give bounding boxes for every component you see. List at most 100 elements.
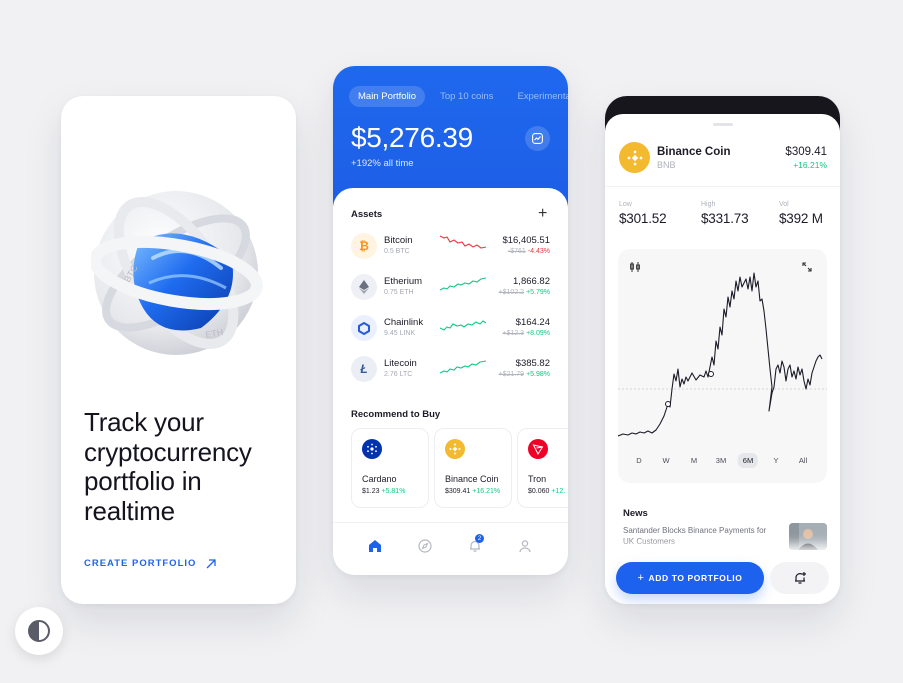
period-y[interactable]: Y [768, 453, 783, 468]
chainlink-icon [351, 315, 377, 341]
asset-name: Chainlink [384, 317, 424, 328]
recommend-delta: +5.81% [381, 488, 406, 495]
recommend-card-binance[interactable]: Binance Coin $309.41 +16.21% [434, 428, 512, 508]
price-chart-card: D W M 3M 6M Y All [618, 249, 827, 483]
coin-delta: +16.21% [793, 160, 827, 170]
bitcoin-icon: ₿ [351, 233, 377, 259]
asset-amount: 9.45 LINK [384, 330, 416, 337]
asset-change-amount: +$12.3 [502, 330, 525, 337]
stat-label: High [701, 201, 716, 208]
chart-icon [532, 133, 543, 144]
binance-icon [445, 439, 465, 459]
asset-row-etherium[interactable]: Etherium 0.75 ETH 1,866.82 +$102.2 +5.79% [351, 272, 556, 302]
add-asset-button[interactable]: + [538, 206, 547, 222]
asset-row-bitcoin[interactable]: ₿ Bitcoin 0.5 BTC $16,405.51 -$761 -4.43% [351, 231, 556, 261]
tab-top-10-coins[interactable]: Top 10 coins [431, 86, 502, 107]
tab-experimental[interactable]: Experimental [508, 86, 568, 107]
asset-change-percent: -4.43% [527, 248, 550, 255]
asset-change-percent: +5.79% [526, 289, 550, 296]
asset-change-amount: +$102.2 [498, 289, 525, 296]
set-alert-button[interactable] [770, 562, 829, 594]
asset-sparkline [440, 360, 486, 374]
asset-sparkline [440, 277, 486, 291]
stat-value: $392 M [779, 211, 823, 226]
asset-delta: +$21.79 +5.98% [499, 371, 550, 378]
asset-delta: -$761 -4.43% [508, 248, 550, 255]
recommend-name: Tron [528, 474, 547, 484]
asset-change-amount: -$761 [507, 248, 526, 255]
chart-view-button[interactable] [525, 126, 550, 151]
notification-badge: 2 [475, 534, 484, 543]
recommend-title: Recommend to Buy [351, 409, 441, 420]
asset-price: 1,866.82 [513, 276, 550, 287]
cardano-icon [362, 439, 382, 459]
portfolio-balance: $5,276.39 [351, 122, 473, 153]
stat-value: $301.52 [619, 211, 667, 226]
user-icon [519, 540, 531, 553]
nav-explore[interactable] [418, 539, 432, 558]
asset-change-percent: +8.09% [526, 330, 550, 337]
asset-price: $385.82 [515, 358, 550, 369]
theme-toggle-button[interactable] [15, 607, 63, 655]
divider [605, 186, 840, 187]
asset-amount: 0.75 ETH [384, 289, 414, 296]
add-to-portfolio-button[interactable]: + ADD TO PORTFOLIO [616, 562, 764, 594]
home-icon [369, 540, 381, 552]
news-headline[interactable]: Santander Blocks Binance Payments for UK… [623, 525, 773, 547]
period-3m[interactable]: 3M [711, 453, 731, 468]
stat-label: Low [619, 201, 632, 208]
binance-icon [619, 142, 650, 173]
asset-price: $16,405.51 [502, 235, 550, 246]
period-d[interactable]: D [631, 453, 646, 468]
portfolio-screen: Main Portfolio Top 10 coins Experimental… [333, 66, 568, 575]
recommend-name: Cardano [362, 474, 397, 484]
asset-row-litecoin[interactable]: Ł Litecoin 2.76 LTC $385.82 +$21.79 +5.98… [351, 354, 556, 384]
coin-detail-screen: Binance Coin BNB $309.41 +16.21% Low $30… [605, 96, 840, 604]
nav-notifications[interactable]: 2 [468, 534, 484, 558]
sheet-drag-handle[interactable] [713, 123, 733, 126]
recommend-price: $0.060 [528, 488, 550, 495]
crypto-sphere-illustration: BTC ETH [91, 191, 263, 355]
nav-profile[interactable] [518, 539, 532, 558]
onboarding-screen: BTC ETH Track your cryptocurrency portfo… [61, 96, 296, 604]
period-w[interactable]: W [657, 453, 674, 468]
asset-row-chainlink[interactable]: Chainlink 9.45 LINK $164.24 +$12.3 +8.09% [351, 313, 556, 343]
compass-icon [418, 539, 432, 553]
create-portfolio-label: CREATE PORTFOLIO [84, 558, 197, 569]
period-all[interactable]: All [794, 453, 812, 468]
asset-change-percent: +5.98% [526, 371, 550, 378]
asset-name: Litecoin [384, 358, 417, 369]
create-portfolio-link[interactable]: CREATE PORTFOLIO [84, 558, 217, 569]
asset-name: Bitcoin [384, 235, 413, 246]
asset-delta: +$102.2 +5.79% [499, 289, 550, 296]
asset-amount: 0.5 BTC [384, 248, 410, 255]
recommend-delta: +12. [551, 488, 566, 495]
recommend-delta: +16.21% [472, 488, 501, 495]
asset-amount: 2.76 LTC [384, 371, 413, 378]
stat-high: High $331.73 [701, 201, 749, 226]
period-6m[interactable]: 6M [737, 453, 759, 468]
recommend-price-row: $309.41 +16.21% [445, 488, 500, 495]
tab-main-portfolio[interactable]: Main Portfolio [349, 86, 426, 107]
arrow-up-right-icon [206, 558, 217, 568]
asset-change-amount: +$21.79 [498, 371, 525, 378]
recommend-price-row: $1.23 +5.81% [362, 488, 405, 495]
recommend-card-tron[interactable]: Tron $0.060 +12. [517, 428, 568, 508]
nav-home[interactable] [368, 539, 382, 558]
litecoin-icon: Ł [351, 356, 377, 382]
recommend-name: Binance Coin [445, 474, 499, 484]
news-thumbnail[interactable] [789, 523, 827, 550]
price-line-chart [618, 272, 827, 437]
coin-name: Binance Coin [657, 146, 731, 158]
contrast-icon [28, 620, 50, 642]
stat-volume: Vol $392 M [779, 201, 823, 226]
asset-delta: +$12.3 +8.09% [502, 330, 550, 337]
assets-sheet: Assets + ₿ Bitcoin 0.5 BTC $16,405.51 -$… [333, 188, 568, 575]
stat-value: $331.73 [701, 211, 749, 226]
recommend-price-row: $0.060 +12. [528, 488, 565, 495]
period-m[interactable]: M [686, 453, 702, 468]
recommend-card-cardano[interactable]: Cardano $1.23 +5.81% [351, 428, 429, 508]
portfolio-change: +192% all time [351, 158, 414, 169]
portfolio-header: Main Portfolio Top 10 coins Experimental… [333, 66, 568, 206]
period-selector: D W M 3M 6M Y All [618, 453, 827, 469]
